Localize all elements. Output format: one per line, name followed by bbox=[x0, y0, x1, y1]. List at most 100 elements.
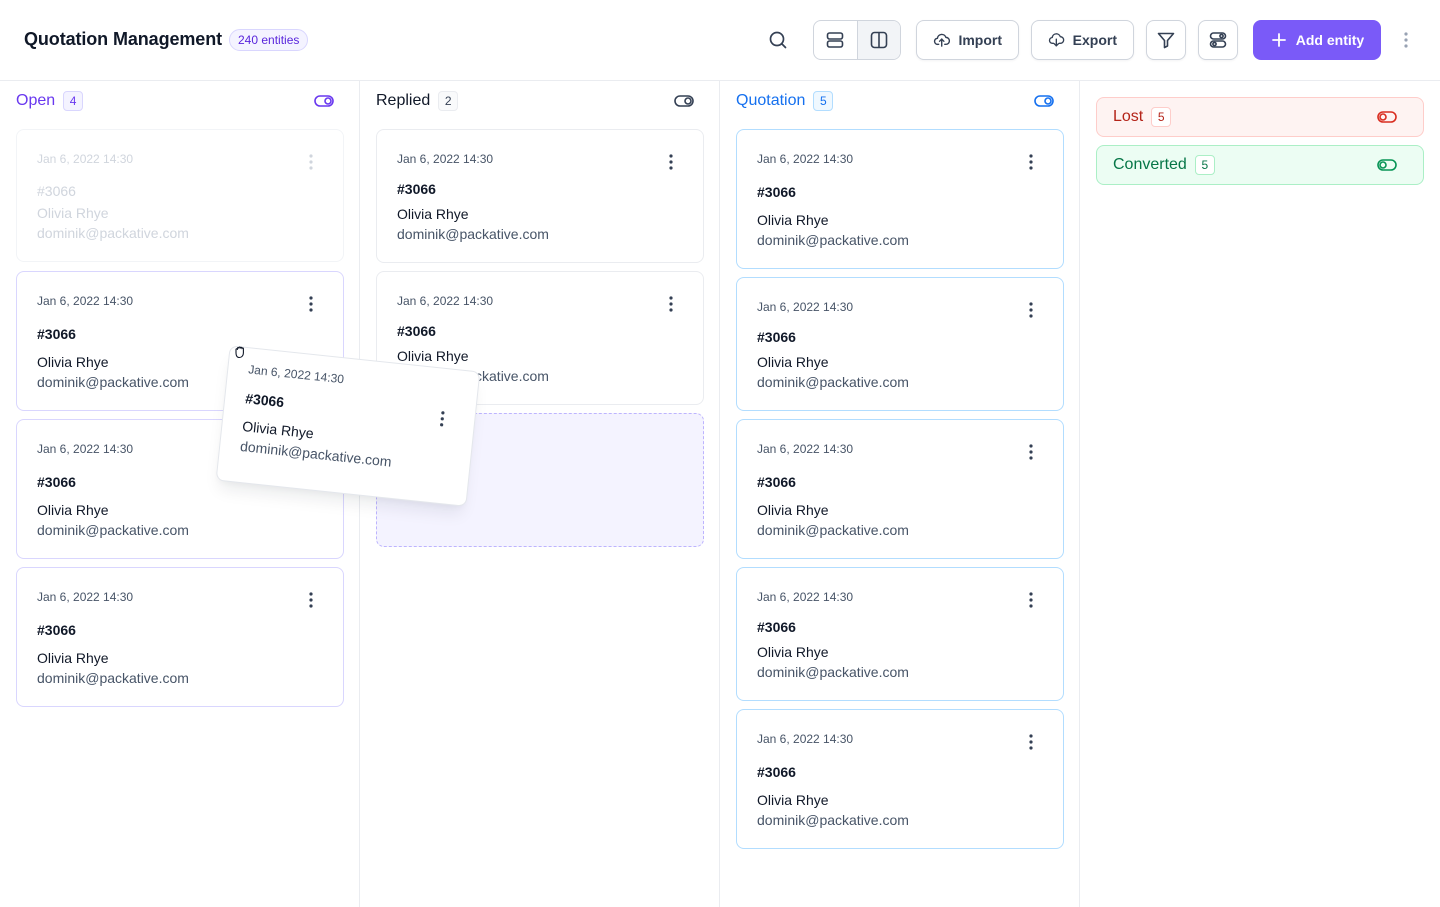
grab-hand-icon bbox=[235, 346, 244, 359]
export-button[interactable]: Export bbox=[1031, 20, 1134, 60]
column-quotation: Quotation 5 Jan 6, 2022 14:30 #3066 Oliv… bbox=[720, 81, 1080, 907]
card-menu-button[interactable] bbox=[1021, 590, 1041, 610]
card-name: Olivia Rhye bbox=[757, 644, 829, 660]
quote-card[interactable]: Jan 6, 2022 14:30 #3066 Olivia Rhye domi… bbox=[736, 277, 1064, 411]
card-number: #3066 bbox=[37, 183, 76, 199]
card-menu-button[interactable] bbox=[301, 590, 321, 610]
search-icon bbox=[769, 31, 787, 49]
card-menu-button[interactable] bbox=[1021, 732, 1041, 752]
column-header: Quotation 5 bbox=[736, 91, 834, 111]
card-date: Jan 6, 2022 14:30 bbox=[757, 300, 854, 314]
card-email: dominik@packative.com bbox=[757, 374, 909, 390]
quote-card-ghost[interactable]: Jan 6, 2022 14:30 #3066 Olivia Rhye domi… bbox=[16, 129, 344, 262]
column-title: Lost bbox=[1113, 108, 1144, 125]
filter-button[interactable] bbox=[1146, 20, 1186, 60]
card-name: Olivia Rhye bbox=[397, 206, 469, 222]
dots-vertical-icon bbox=[1029, 592, 1033, 608]
card-menu-button[interactable] bbox=[661, 294, 681, 314]
card-date: Jan 6, 2022 14:30 bbox=[757, 442, 854, 456]
card-email: dominik@packative.com bbox=[37, 670, 189, 686]
quote-card[interactable]: Jan 6, 2022 14:30 #3066 Olivia Rhye domi… bbox=[376, 129, 704, 263]
card-number: #3066 bbox=[37, 622, 76, 638]
card-date: Jan 6, 2022 14:30 bbox=[37, 590, 134, 604]
more-options-button[interactable] bbox=[1396, 26, 1416, 54]
toggle-icon bbox=[674, 95, 694, 107]
column-expand-toggle[interactable] bbox=[1377, 110, 1397, 126]
card-menu-button[interactable] bbox=[1021, 442, 1041, 462]
card-email: dominik@packative.com bbox=[37, 225, 189, 241]
card-email: dominik@packative.com bbox=[757, 232, 909, 248]
settings-toggle-icon bbox=[1209, 32, 1227, 48]
card-menu-button[interactable] bbox=[1021, 300, 1041, 320]
card-email: dominik@packative.com bbox=[239, 437, 393, 470]
import-label: Import bbox=[958, 32, 1002, 48]
card-date: Jan 6, 2022 14:30 bbox=[757, 152, 854, 166]
dragged-quote-card[interactable]: Jan 6, 2022 14:30 #3066 Olivia Rhye domi… bbox=[215, 345, 481, 507]
column-converted-collapsed[interactable]: Converted 5 bbox=[1096, 145, 1424, 185]
dots-vertical-icon bbox=[1029, 302, 1033, 318]
column-title: Open bbox=[16, 92, 56, 109]
card-email: dominik@packative.com bbox=[37, 522, 189, 538]
card-name: Olivia Rhye bbox=[241, 418, 315, 442]
card-number: #3066 bbox=[757, 474, 796, 490]
settings-button[interactable] bbox=[1198, 20, 1238, 60]
card-name: Olivia Rhye bbox=[757, 212, 829, 228]
plus-icon bbox=[1271, 33, 1286, 47]
card-date: Jan 6, 2022 14:30 bbox=[397, 152, 494, 166]
add-entity-button[interactable]: Add entity bbox=[1253, 20, 1381, 60]
entity-count-badge: 240 entities bbox=[229, 29, 309, 51]
card-date: Jan 6, 2022 14:30 bbox=[757, 732, 854, 746]
column-count: 5 bbox=[1151, 107, 1172, 127]
card-menu-button[interactable] bbox=[1021, 152, 1041, 172]
toggle-icon bbox=[314, 95, 334, 107]
card-number: #3066 bbox=[397, 181, 436, 197]
upload-cloud-icon bbox=[933, 33, 951, 47]
card-date: Jan 6, 2022 14:30 bbox=[397, 294, 494, 308]
dots-vertical-icon bbox=[1029, 154, 1033, 170]
toggle-icon bbox=[1034, 95, 1054, 107]
quote-card[interactable]: Jan 6, 2022 14:30 #3066 Olivia Rhye domi… bbox=[16, 567, 344, 707]
card-number: #3066 bbox=[757, 764, 796, 780]
card-number: #3066 bbox=[757, 184, 796, 200]
card-menu-button[interactable] bbox=[301, 294, 321, 314]
card-email: dominik@packative.com bbox=[37, 374, 189, 390]
quote-card[interactable]: Jan 6, 2022 14:30 #3066 Olivia Rhye domi… bbox=[736, 709, 1064, 849]
search-button[interactable] bbox=[764, 26, 792, 54]
dots-vertical-icon bbox=[309, 154, 313, 170]
import-button[interactable]: Import bbox=[916, 20, 1019, 60]
card-menu-button[interactable] bbox=[661, 152, 681, 172]
card-name: Olivia Rhye bbox=[37, 502, 109, 518]
quote-card[interactable]: Jan 6, 2022 14:30 #3066 Olivia Rhye domi… bbox=[736, 567, 1064, 701]
card-date: Jan 6, 2022 14:30 bbox=[757, 590, 854, 604]
column-collapse-toggle[interactable] bbox=[1034, 93, 1054, 109]
columns-view-button[interactable] bbox=[856, 21, 900, 59]
card-date: Jan 6, 2022 14:30 bbox=[37, 442, 134, 456]
card-menu-button[interactable] bbox=[301, 152, 321, 172]
rows-view-button[interactable] bbox=[814, 21, 857, 59]
download-cloud-icon bbox=[1048, 33, 1065, 47]
dots-vertical-icon bbox=[1029, 734, 1033, 750]
dots-vertical-icon bbox=[669, 296, 673, 312]
column-count: 5 bbox=[1194, 155, 1215, 175]
page-header: Quotation Management 240 entities Import… bbox=[0, 0, 1440, 81]
column-title: Quotation bbox=[736, 92, 806, 109]
card-menu-button[interactable] bbox=[431, 408, 453, 430]
card-name: Olivia Rhye bbox=[37, 205, 109, 221]
card-name: Olivia Rhye bbox=[37, 650, 109, 666]
quote-card[interactable]: Jan 6, 2022 14:30 #3066 Olivia Rhye domi… bbox=[736, 129, 1064, 269]
export-label: Export bbox=[1072, 32, 1117, 48]
column-header: Replied 2 bbox=[376, 91, 459, 111]
column-collapse-toggle[interactable] bbox=[674, 93, 694, 109]
quote-card[interactable]: Jan 6, 2022 14:30 #3066 Olivia Rhye domi… bbox=[736, 419, 1064, 559]
column-expand-toggle[interactable] bbox=[1377, 158, 1397, 174]
view-toggle bbox=[813, 20, 901, 60]
card-name: Olivia Rhye bbox=[397, 348, 469, 364]
filter-icon bbox=[1157, 32, 1175, 49]
column-collapse-toggle[interactable] bbox=[314, 93, 334, 109]
card-number: #3066 bbox=[397, 323, 436, 339]
dots-vertical-icon bbox=[309, 296, 313, 312]
column-title: Converted bbox=[1113, 156, 1187, 173]
column-lost-collapsed[interactable]: Lost 5 bbox=[1096, 97, 1424, 137]
toggle-icon bbox=[1377, 111, 1397, 123]
card-date: Jan 6, 2022 14:30 bbox=[37, 152, 134, 166]
